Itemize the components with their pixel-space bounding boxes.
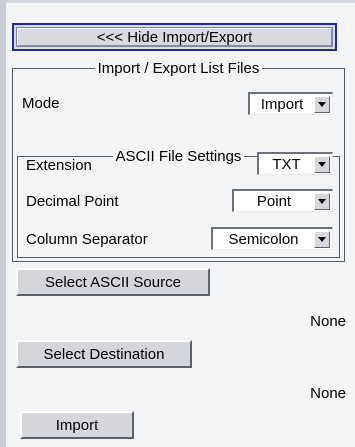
select-ascii-source-label: Select ASCII Source bbox=[45, 273, 181, 291]
hide-button-label: <<< Hide Import/Export bbox=[96, 28, 253, 46]
chevron-down-icon bbox=[314, 192, 330, 210]
chevron-down-icon bbox=[314, 155, 330, 173]
extension-value: TXT bbox=[272, 155, 301, 173]
import-button[interactable]: Import bbox=[20, 411, 134, 439]
import-button-label: Import bbox=[55, 416, 99, 434]
select-destination-label: Select Destination bbox=[43, 345, 165, 363]
mode-value: Import bbox=[260, 95, 304, 113]
chevron-down-icon bbox=[314, 230, 330, 248]
source-value: None bbox=[310, 313, 346, 330]
mode-dropdown[interactable]: Import bbox=[248, 92, 333, 115]
column-separator-dropdown[interactable]: Semicolon bbox=[211, 227, 333, 250]
decimal-point-value: Point bbox=[256, 192, 292, 210]
import-export-list-files-legend: Import / Export List Files bbox=[97, 60, 260, 77]
column-separator-value: Semicolon bbox=[228, 230, 299, 248]
extension-dropdown[interactable]: TXT bbox=[257, 152, 333, 175]
destination-value: None bbox=[310, 385, 346, 402]
left-edge bbox=[0, 0, 6, 447]
chevron-down-icon bbox=[314, 95, 330, 113]
decimal-point-label: Decimal Point bbox=[26, 193, 119, 210]
hide-import-export-button[interactable]: <<< Hide Import/Export bbox=[12, 23, 337, 51]
decimal-point-dropdown[interactable]: Point bbox=[232, 189, 333, 212]
select-ascii-source-button[interactable]: Select ASCII Source bbox=[16, 268, 210, 296]
extension-label: Extension bbox=[26, 157, 92, 174]
top-edge bbox=[0, 0, 355, 3]
ascii-file-settings-legend: ASCII File Settings bbox=[115, 148, 242, 165]
select-destination-button[interactable]: Select Destination bbox=[16, 340, 192, 368]
column-separator-label: Column Separator bbox=[26, 231, 148, 248]
mode-label: Mode bbox=[22, 95, 60, 112]
